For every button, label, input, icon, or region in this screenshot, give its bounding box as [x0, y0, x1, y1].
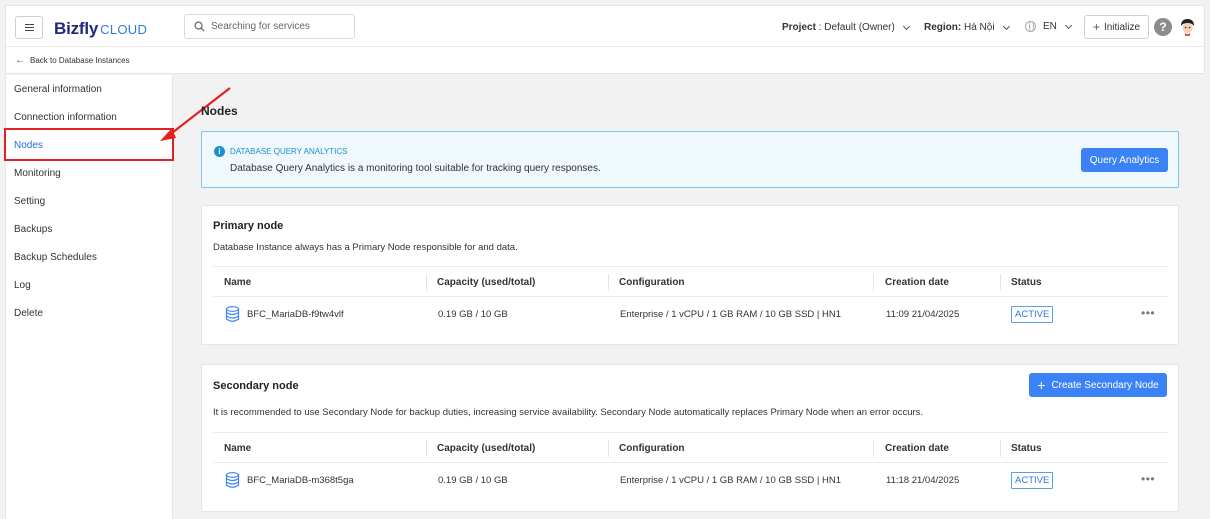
project-selector[interactable]: Project : Default (Owner)	[782, 22, 910, 33]
sidebar-item-monitoring[interactable]: Monitoring	[14, 168, 61, 179]
query-analytics-button[interactable]: Query Analytics	[1081, 148, 1168, 172]
primary-node-title: Primary node	[213, 220, 284, 232]
brand-logo[interactable]: Bizfly CLOUD	[54, 19, 147, 39]
user-avatar[interactable]	[1178, 17, 1197, 36]
sidebar-item-log[interactable]: Log	[14, 280, 31, 291]
annotation-highlight-box	[4, 128, 174, 161]
more-actions-icon[interactable]: •••	[1141, 306, 1155, 320]
help-icon[interactable]: ?	[1154, 18, 1172, 36]
column-header-status: Status	[1011, 443, 1042, 454]
column-header-capacity: Capacity (used/total)	[437, 277, 536, 288]
table-header: Name Capacity (used/total) Configuration…	[213, 432, 1168, 463]
node-configuration: Enterprise / 1 vCPU / 1 GB RAM / 10 GB S…	[620, 475, 842, 486]
chevron-down-icon	[902, 22, 910, 30]
project-label: Project	[782, 22, 816, 33]
table-header: Name Capacity (used/total) Configuration…	[213, 266, 1168, 297]
query-analytics-banner: i DATABASE QUERY ANALYTICS Database Quer…	[201, 131, 1179, 188]
node-creation-date: 11:18 21/04/2025	[886, 475, 960, 486]
column-header-creation-date: Creation date	[885, 277, 949, 288]
brand-name: Bizfly	[54, 19, 99, 38]
column-header-configuration: Configuration	[619, 277, 685, 288]
status-badge: ACTIVE	[1011, 306, 1054, 323]
sidebar-item-general-information[interactable]: General information	[14, 84, 102, 95]
column-divider	[608, 440, 609, 457]
more-actions-icon[interactable]: •••	[1141, 472, 1155, 486]
secondary-node-table: Name Capacity (used/total) Configuration…	[213, 432, 1168, 498]
region-label: Region:	[924, 22, 962, 33]
node-capacity: 0.19 GB / 10 GB	[438, 309, 508, 320]
page-title: Nodes	[201, 104, 238, 118]
table-row[interactable]: BFC_MariaDB-f9tw4vlf 0.19 GB / 10 GB Ent…	[213, 297, 1168, 332]
search-input[interactable]	[211, 21, 351, 32]
service-search[interactable]	[184, 14, 355, 39]
chevron-down-icon	[1064, 21, 1072, 29]
node-configuration: Enterprise / 1 vCPU / 1 GB RAM / 10 GB S…	[620, 309, 842, 320]
search-icon	[194, 21, 205, 32]
create-secondary-node-button[interactable]: + Create Secondary Node	[1029, 373, 1167, 397]
back-link[interactable]: ← Back to Database Instances	[5, 47, 1205, 74]
sidebar-item-connection-information[interactable]: Connection information	[14, 112, 117, 123]
initialize-label: Initialize	[1103, 21, 1141, 33]
info-icon: i	[214, 146, 225, 157]
banner-description: Database Query Analytics is a monitoring…	[230, 163, 601, 174]
initialize-button[interactable]: + Initialize	[1084, 15, 1149, 39]
node-name[interactable]: BFC_MariaDB-m368t5ga	[247, 475, 354, 486]
primary-node-description: Database Instance always has a Primary N…	[213, 242, 518, 253]
back-link-label: Back to Database Instances	[30, 55, 130, 65]
database-icon	[225, 472, 240, 488]
column-divider	[426, 440, 427, 457]
column-divider	[608, 274, 609, 291]
column-divider	[873, 274, 874, 291]
table-row[interactable]: BFC_MariaDB-m368t5ga 0.19 GB / 10 GB Ent…	[213, 463, 1168, 498]
globe-icon	[1025, 21, 1036, 32]
chevron-down-icon	[1002, 22, 1010, 30]
column-header-creation-date: Creation date	[885, 443, 949, 454]
hamburger-menu-button[interactable]	[15, 16, 43, 39]
status-badge: ACTIVE	[1011, 472, 1054, 489]
column-divider	[1000, 274, 1001, 291]
node-creation-date: 11:09 21/04/2025	[886, 309, 960, 320]
sidebar-item-setting[interactable]: Setting	[14, 196, 45, 207]
language-selector[interactable]: EN	[1025, 21, 1072, 32]
node-name[interactable]: BFC_MariaDB-f9tw4vlf	[247, 309, 344, 320]
primary-node-card: Primary node Database Instance always ha…	[201, 205, 1179, 345]
banner-title: DATABASE QUERY ANALYTICS	[230, 147, 348, 156]
plus-icon: +	[1092, 20, 1100, 34]
region-value: Hà Nội	[964, 22, 995, 33]
sidebar-item-backups[interactable]: Backups	[14, 224, 52, 235]
column-header-name: Name	[224, 277, 252, 288]
arrow-left-icon: ←	[15, 54, 25, 66]
brand-suffix: CLOUD	[100, 22, 148, 37]
region-selector[interactable]: Region: Hà Nội	[924, 22, 1010, 33]
secondary-node-title: Secondary node	[213, 380, 299, 392]
secondary-node-description: It is recommended to use Secondary Node …	[213, 407, 924, 418]
sidebar-item-delete[interactable]: Delete	[14, 308, 43, 319]
avatar-icon	[1178, 17, 1197, 36]
column-divider	[1000, 440, 1001, 457]
menu-icon	[24, 24, 34, 31]
top-navbar: Bizfly CLOUD Project : Default (Owner) R…	[5, 5, 1205, 47]
database-icon	[225, 306, 240, 322]
column-header-capacity: Capacity (used/total)	[437, 443, 536, 454]
node-capacity: 0.19 GB / 10 GB	[438, 475, 508, 486]
secondary-node-card: Secondary node + Create Secondary Node I…	[201, 364, 1179, 512]
language-value: EN	[1043, 21, 1057, 32]
sidebar-item-backup-schedules[interactable]: Backup Schedules	[14, 252, 97, 263]
column-header-name: Name	[224, 443, 252, 454]
plus-icon: +	[1037, 377, 1046, 393]
column-divider	[873, 440, 874, 457]
project-value: : Default (Owner)	[818, 22, 895, 33]
column-header-configuration: Configuration	[619, 443, 685, 454]
column-header-status: Status	[1011, 277, 1042, 288]
primary-node-table: Name Capacity (used/total) Configuration…	[213, 266, 1168, 332]
column-divider	[426, 274, 427, 291]
create-secondary-node-label: Create Secondary Node	[1051, 379, 1159, 391]
